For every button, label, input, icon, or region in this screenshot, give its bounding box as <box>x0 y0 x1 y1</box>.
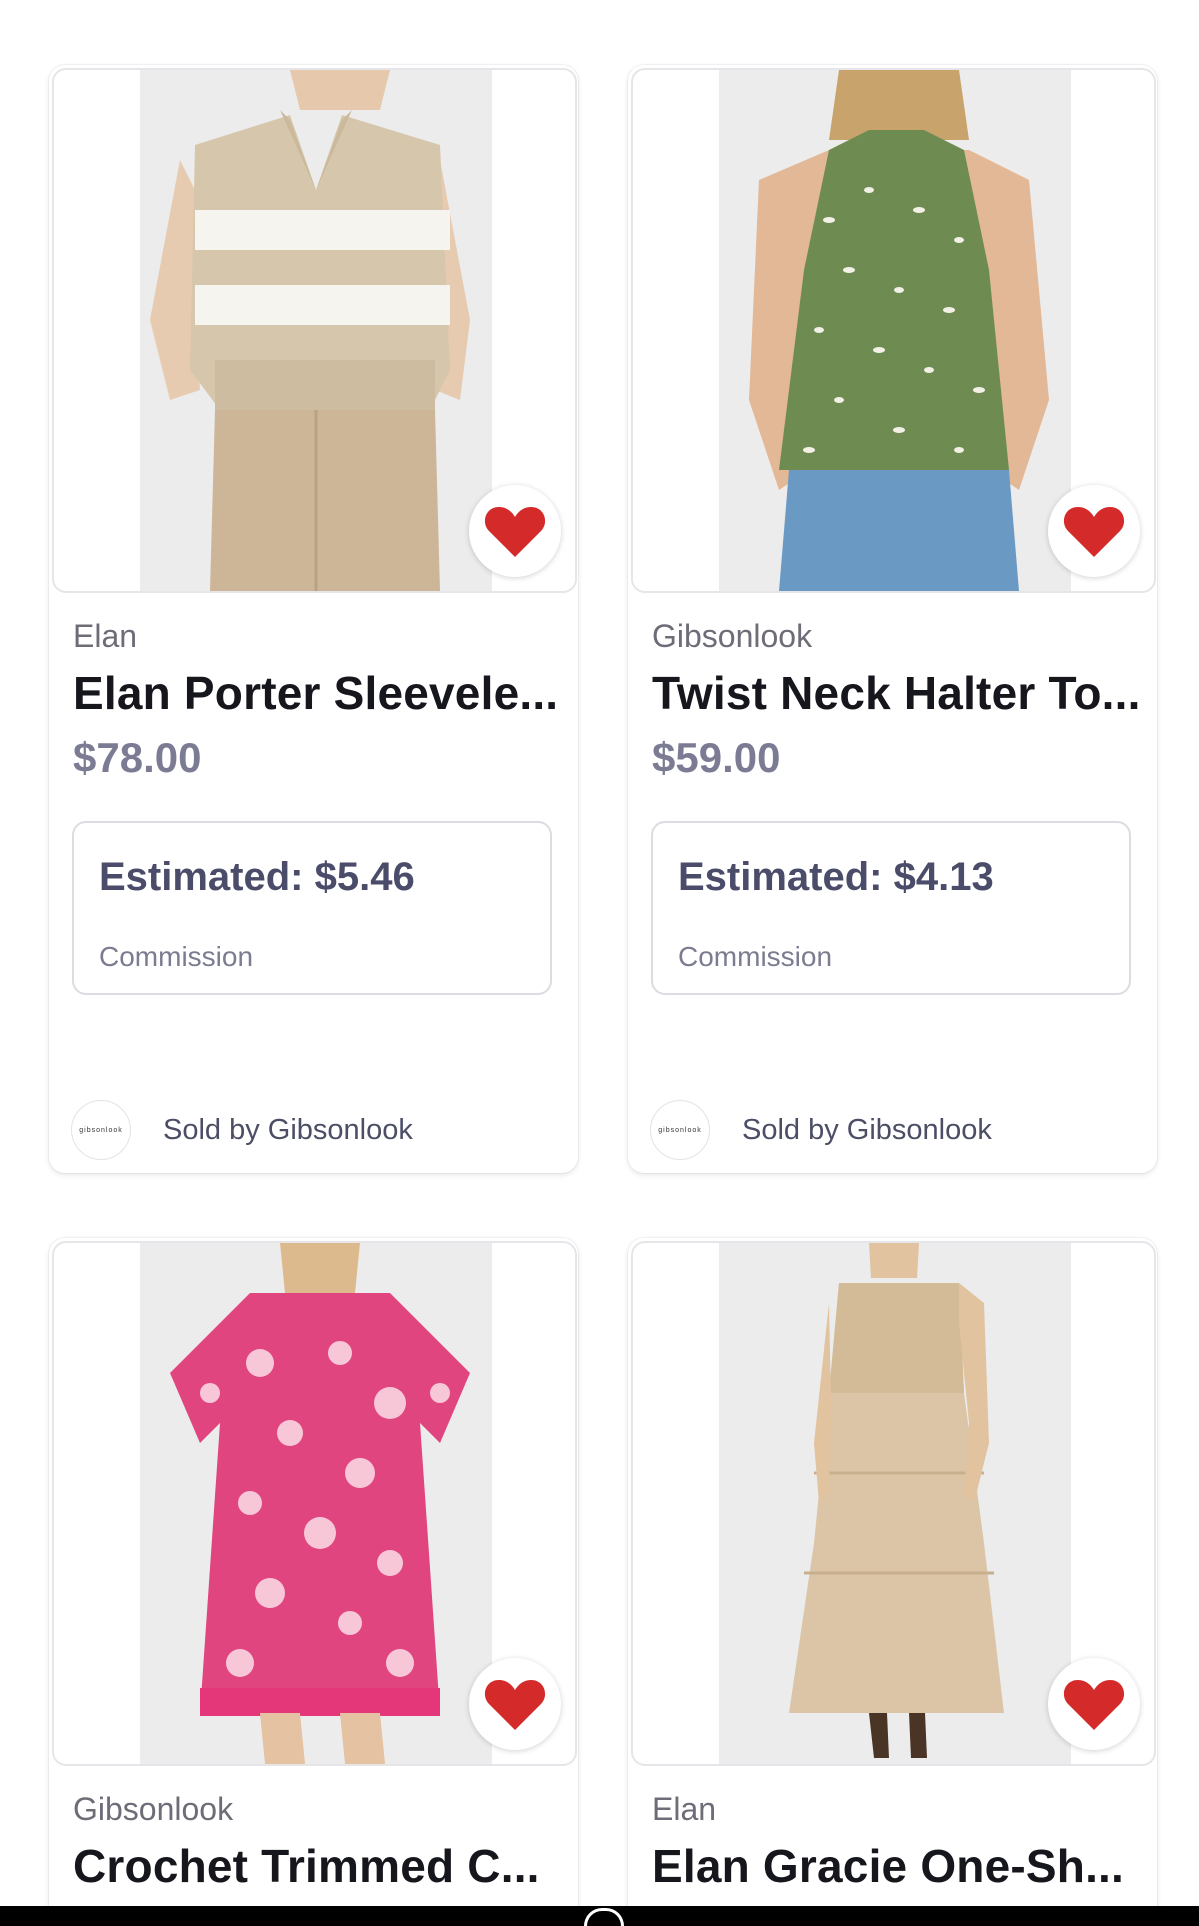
product-photo <box>719 1243 1071 1764</box>
system-navigation-bar <box>0 1906 1199 1926</box>
product-photo <box>140 70 492 591</box>
product-card-elan-gracie[interactable]: Elan Elan Gracie One-Sh... <box>628 1238 1157 1926</box>
product-brand: Gibsonlook <box>652 618 813 654</box>
commission-estimate-box: Estimated: $5.46 Commission <box>72 821 552 995</box>
heart-icon <box>1063 507 1125 557</box>
heart-icon <box>484 1680 546 1730</box>
product-photo <box>719 70 1071 591</box>
commission-estimate-box: Estimated: $4.13 Commission <box>651 821 1131 995</box>
product-image-frame[interactable] <box>52 1241 577 1766</box>
product-card-elan-porter[interactable]: Elan Elan Porter Sleevele... $78.00 Esti… <box>49 65 578 1173</box>
striped-sweater-vest-photo <box>140 70 492 591</box>
commission-label: Commission <box>99 941 254 972</box>
favorite-button[interactable] <box>469 1658 561 1750</box>
favorite-button[interactable] <box>1048 1658 1140 1750</box>
product-grid-page: Elan Elan Porter Sleevele... $78.00 Esti… <box>0 0 1199 1926</box>
beige-one-shoulder-maxi-dress-photo <box>719 1243 1071 1764</box>
product-brand: Elan <box>73 618 138 654</box>
product-image-frame[interactable] <box>52 68 577 593</box>
product-title[interactable]: Crochet Trimmed C... <box>73 1839 563 1893</box>
product-photo <box>140 1243 492 1764</box>
seller-name: Sold by Gibsonlook <box>742 1113 992 1146</box>
commission-estimate-value: Estimated: $5.46 <box>99 855 415 899</box>
seller-info[interactable]: gibsonlook Sold by Gibsonlook <box>650 1100 992 1160</box>
commission-estimate-value: Estimated: $4.13 <box>678 855 994 899</box>
product-title[interactable]: Elan Gracie One-Sh... <box>652 1839 1142 1893</box>
product-price: $78.00 <box>73 734 202 781</box>
seller-info[interactable]: gibsonlook Sold by Gibsonlook <box>71 1100 413 1160</box>
product-brand: Elan <box>652 1791 717 1827</box>
product-brand: Gibsonlook <box>73 1791 234 1827</box>
favorite-button[interactable] <box>1048 485 1140 577</box>
product-card-crochet-trimmed[interactable]: Gibsonlook Crochet Trimmed C... <box>49 1238 578 1926</box>
green-halter-top-photo <box>719 70 1071 591</box>
product-price: $59.00 <box>652 734 781 781</box>
seller-name: Sold by Gibsonlook <box>163 1113 413 1146</box>
seller-logo: gibsonlook <box>650 1100 710 1160</box>
heart-icon <box>1063 1680 1125 1730</box>
commission-label: Commission <box>678 941 833 972</box>
product-image-frame[interactable] <box>631 68 1156 593</box>
home-indicator[interactable] <box>584 1908 624 1926</box>
seller-logo: gibsonlook <box>71 1100 131 1160</box>
pink-floral-dress-photo <box>140 1243 492 1764</box>
product-image-frame[interactable] <box>631 1241 1156 1766</box>
favorite-button[interactable] <box>469 485 561 577</box>
heart-icon <box>484 507 546 557</box>
product-title[interactable]: Twist Neck Halter To... <box>652 666 1142 720</box>
product-title[interactable]: Elan Porter Sleevele... <box>73 666 563 720</box>
product-card-twist-neck-halter[interactable]: Gibsonlook Twist Neck Halter To... $59.0… <box>628 65 1157 1173</box>
